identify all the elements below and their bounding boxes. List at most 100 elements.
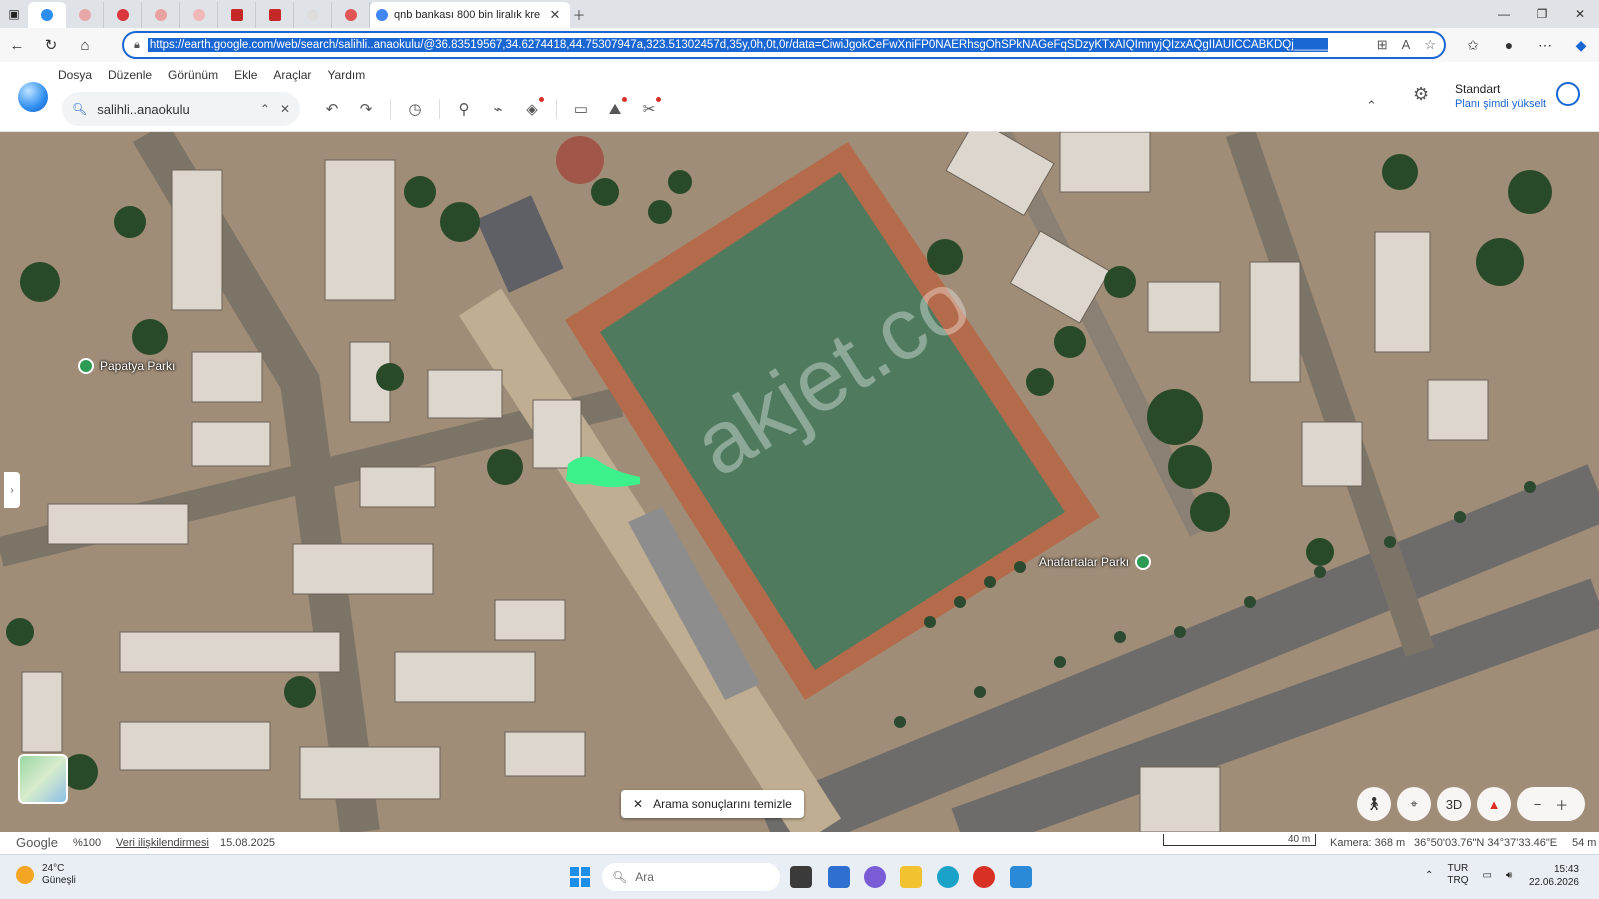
menu-dosya[interactable]: Dosya	[58, 68, 92, 82]
tab-earth[interactable]	[28, 2, 66, 28]
temperature: 24°C	[42, 863, 65, 874]
back-icon[interactable]: ←	[0, 30, 34, 60]
map-label-anafartalar[interactable]: Anafartalar Parkı	[1039, 554, 1152, 570]
upgrade-link[interactable]: Planı şimdi yükselt	[1455, 97, 1546, 112]
screenshot-icon[interactable]: ⛰	[601, 96, 629, 122]
copilot-icon[interactable]: ◆	[1563, 30, 1599, 60]
file-explorer-icon[interactable]	[900, 866, 922, 888]
tab-4[interactable]	[142, 2, 180, 28]
map-label-papatya[interactable]: Papatya Parkı	[78, 358, 175, 374]
app-available-icon[interactable]: ⊞	[1377, 37, 1388, 53]
menu-araclar[interactable]: Araçlar	[273, 68, 311, 82]
tab-9[interactable]	[332, 2, 370, 28]
navigation-bar: ← ↻ ⌂ 🔒︎ https://earth.google.com/web/se…	[0, 28, 1599, 62]
taskbar: 24°C Güneşli 🔍︎ Ara ⌃ TUR TRQ ▭ 🔊︎ 15:43…	[0, 854, 1599, 899]
add-placemark-icon[interactable]: ⚲	[450, 96, 478, 122]
google-earth-logo[interactable]	[18, 82, 48, 112]
satellite-imagery	[0, 132, 1599, 832]
collapse-toolbar-icon[interactable]: ⌃	[1366, 98, 1377, 114]
layers-icon[interactable]: ◈	[518, 96, 546, 122]
history-icon[interactable]: ◷	[401, 96, 429, 122]
new-tab-icon[interactable]: ＋	[570, 5, 588, 24]
close-window-icon[interactable]: ✕	[1561, 0, 1599, 28]
system-tray: ⌃ TUR TRQ ▭ 🔊︎	[1425, 863, 1512, 887]
edge-icon[interactable]	[937, 866, 959, 888]
tab-actions-icon[interactable]: ▣	[0, 0, 28, 28]
expand-sidebar-icon[interactable]: ›	[4, 472, 20, 508]
toolbar-divider	[439, 99, 440, 119]
menu-gorunum[interactable]: Görünüm	[168, 68, 218, 82]
data-attribution-link[interactable]: Veri ilişkilendirmesi	[116, 837, 209, 849]
settings-gear-icon[interactable]: ⚙	[1413, 84, 1429, 105]
url-text[interactable]: https://earth.google.com/web/search/sali…	[147, 38, 1328, 52]
zoom-in-icon[interactable]: ＋	[1555, 795, 1568, 814]
account-icon[interactable]	[1556, 82, 1580, 106]
clear-search-icon[interactable]: ✕	[280, 102, 290, 116]
app-icon[interactable]	[973, 866, 995, 888]
start-icon[interactable]	[570, 867, 590, 887]
keyboard-code: TRQ	[1447, 875, 1469, 886]
clear-results-button[interactable]: ✕ Arama sonuçlarını temizle	[621, 790, 804, 818]
menu-duzenle[interactable]: Düzenle	[108, 68, 152, 82]
park-pin-icon[interactable]	[78, 358, 94, 374]
tab-strip: ▣ qnb bankası 800 bin liralık kredi b ✕ …	[0, 0, 1599, 28]
tab-6[interactable]	[218, 2, 256, 28]
tab-2[interactable]	[66, 2, 104, 28]
scale-label: 40 m	[1288, 834, 1311, 845]
show-hidden-icons-icon[interactable]: ⌃	[1425, 870, 1433, 881]
taskbar-search[interactable]: 🔍︎ Ara	[602, 863, 780, 891]
profile-icon[interactable]: ●	[1491, 30, 1527, 60]
pegman-icon[interactable]: 🚶︎	[1357, 787, 1391, 821]
map-style-thumbnail[interactable]	[18, 754, 68, 804]
site-favicon-icon	[78, 9, 91, 21]
search-input[interactable]: salihli..anaokulu	[97, 102, 250, 117]
toolbar-divider	[390, 99, 391, 119]
compass-icon[interactable]: ▲	[1477, 787, 1511, 821]
address-bar[interactable]: 🔒︎ https://earth.google.com/web/search/s…	[122, 31, 1446, 59]
lock-icon[interactable]: 🔒︎	[134, 39, 140, 52]
search-icon[interactable]: 🔍︎	[72, 102, 87, 116]
close-tab-icon[interactable]: ✕	[546, 7, 564, 23]
tab-title: qnb bankası 800 bin liralık kredi b	[394, 9, 540, 21]
app-icon[interactable]	[1010, 866, 1032, 888]
google-logo: Google	[16, 835, 58, 850]
chevron-up-icon[interactable]: ⌃	[260, 102, 270, 116]
store-icon[interactable]	[828, 866, 850, 888]
language-indicator[interactable]: TUR TRQ	[1447, 863, 1468, 887]
my-location-icon[interactable]: ⌖	[1397, 787, 1431, 821]
menu-ekle[interactable]: Ekle	[234, 68, 257, 82]
google-favicon-icon	[306, 9, 319, 21]
read-aloud-icon[interactable]: A	[1402, 37, 1411, 53]
site-favicon-icon	[344, 9, 357, 21]
more-menu-icon[interactable]: ⋯	[1527, 30, 1563, 60]
tab-active[interactable]: qnb bankası 800 bin liralık kredi b ✕	[370, 2, 570, 28]
task-view-icon[interactable]	[790, 866, 812, 888]
redo-icon[interactable]: ↷	[352, 96, 380, 122]
menu-yardim[interactable]: Yardım	[327, 68, 365, 82]
measure-icon[interactable]: ▭	[567, 96, 595, 122]
add-path-icon[interactable]: ⌁	[484, 96, 512, 122]
undo-icon[interactable]: ↶	[318, 96, 346, 122]
home-icon[interactable]: ⌂	[68, 30, 102, 60]
tab-5[interactable]	[180, 2, 218, 28]
favorites-icon[interactable]: ✩	[1455, 30, 1491, 60]
weather-widget[interactable]: 24°C Güneşli	[16, 863, 76, 887]
tab-8[interactable]	[294, 2, 332, 28]
park-pin-icon[interactable]	[1135, 554, 1152, 570]
minimize-icon[interactable]: —	[1485, 0, 1523, 28]
map-view[interactable]: akjet.co Papatya Parkı Anafartalar Parkı…	[0, 132, 1599, 832]
network-icon[interactable]: ▭	[1483, 870, 1492, 881]
volume-icon[interactable]: 🔊︎	[1506, 870, 1512, 881]
tools-icon[interactable]: ✂	[635, 96, 663, 122]
tab-3[interactable]	[104, 2, 142, 28]
status-bar: Google %100 Veri ilişkilendirmesi 15.08.…	[0, 832, 1599, 854]
zoom-out-icon[interactable]: −	[1534, 797, 1542, 812]
tab-7[interactable]	[256, 2, 294, 28]
favorite-star-icon[interactable]: ☆	[1424, 37, 1436, 53]
clock[interactable]: 15:43 22.06.2026	[1529, 863, 1579, 889]
restore-icon[interactable]: ❐	[1523, 0, 1561, 28]
three-d-button[interactable]: 3D	[1437, 787, 1471, 821]
reload-icon[interactable]: ↻	[34, 30, 68, 60]
search-box[interactable]: 🔍︎ salihli..anaokulu ⌃ ✕	[62, 92, 300, 126]
copilot-app-icon[interactable]	[864, 866, 886, 888]
